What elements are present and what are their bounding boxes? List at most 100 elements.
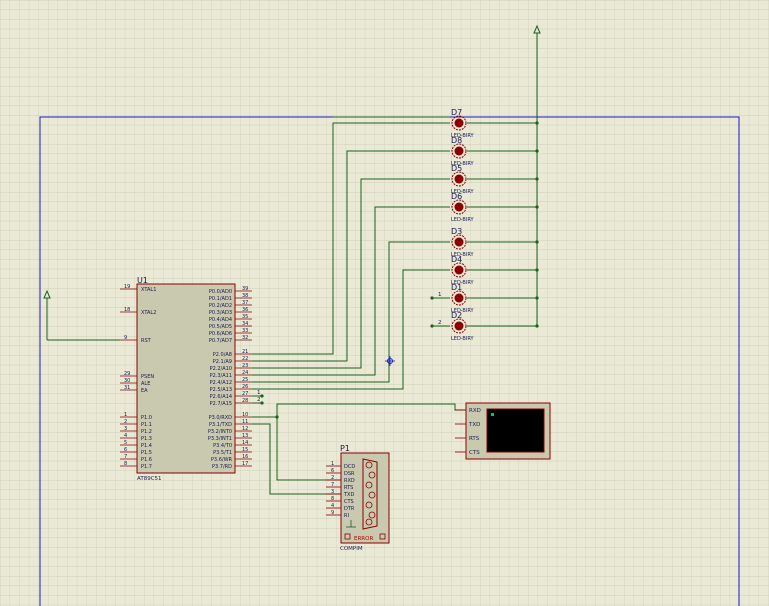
terminal-pin-name: TXD <box>468 422 480 428</box>
led-body <box>454 293 464 303</box>
p1-pin-name: RTS <box>344 485 353 491</box>
u1-pin-name: P1.5 <box>141 450 152 456</box>
u1-pin-number: 24 <box>242 370 248 376</box>
p1-pin-number: 6 <box>331 468 334 474</box>
u1-pin-name: P0.4/AD4 <box>209 317 232 323</box>
u1-pin-number: 18 <box>124 307 130 313</box>
u1-pin-number: 12 <box>242 426 248 432</box>
p1-pin-number: 2 <box>331 475 334 481</box>
net-label-d2: 2 <box>438 320 442 326</box>
u1-pin-name: PSEN <box>141 374 154 380</box>
u1-pin-name: P1.6 <box>141 457 152 463</box>
u1-pin-name: P2.5/A13 <box>210 387 232 393</box>
led-body <box>454 265 464 275</box>
p1-pin-number: 3 <box>331 489 334 495</box>
u1-pin-name: P3.4/T0 <box>213 443 232 449</box>
u1-right-pins: 39 P0.0/AD0 38 P0.1/AD1 37 P0.2/AD2 36 P0.3/AD3… <box>208 286 252 470</box>
u1-pin-number: 13 <box>242 433 248 439</box>
p1-part: COMPIM <box>340 546 363 552</box>
led-part: LED-BIRY <box>451 217 474 223</box>
wire-junction <box>260 401 264 405</box>
wire-junction <box>535 324 539 328</box>
u1-pin-name: P2.0/A8 <box>213 352 232 358</box>
led-ref: D7 <box>451 108 462 117</box>
u1-pin-name: RST <box>141 338 152 344</box>
u1-pin-number: 10 <box>242 412 248 418</box>
led-body <box>454 202 464 212</box>
u1-pin-number: 30 <box>124 378 130 384</box>
wire-junction <box>535 177 539 181</box>
p1-pin-number: 4 <box>331 503 334 509</box>
u1-pin-name: P2.3/A11 <box>210 373 232 379</box>
p1-pin-name: CTS <box>344 499 354 505</box>
u1-pin-number: 5 <box>124 440 127 446</box>
p1-pin-name: DTR <box>344 506 355 512</box>
u1-pin-number: 22 <box>242 356 248 362</box>
wire-junction <box>535 240 539 244</box>
terminal-cursor <box>491 413 494 416</box>
u1-pin-name: P1.1 <box>141 422 152 428</box>
u1-pin-number: 39 <box>242 286 248 292</box>
led-body <box>454 237 464 247</box>
wire-junction <box>535 268 539 272</box>
terminal-pin-name: RTS <box>469 436 480 442</box>
u1-pin-name: P1.7 <box>141 464 152 470</box>
net-label-p27: 2 <box>257 397 261 403</box>
led-ref: D2 <box>451 311 462 320</box>
u1-pin-name: P0.2/AD2 <box>209 303 232 309</box>
u1-pin-number: 38 <box>242 293 248 299</box>
u1-pin-number: 29 <box>124 371 130 377</box>
u1-pin-name: P3.0/RXD <box>209 415 233 421</box>
led-ref: D4 <box>451 255 462 264</box>
virtual-terminal[interactable]: RXD TXD RTS CTS <box>455 402 551 460</box>
u1-pin-name: P0.6/AD6 <box>209 331 232 337</box>
u1-pin-number: 11 <box>242 419 248 425</box>
u1-pin-name: EA <box>141 388 148 394</box>
u1-pin-number: 3 <box>124 426 127 432</box>
schematic-canvas[interactable]: U1 AT89C51 19 XTAL118 XTAL29 RST29 PSEN30 ALE… <box>0 0 769 606</box>
led-body <box>454 321 464 331</box>
p1-ref: P1 <box>340 444 350 453</box>
p1-pin-number: 1 <box>331 461 334 467</box>
u1-pin-name: P3.2/INT0 <box>208 429 232 435</box>
led-ref: D8 <box>451 136 462 145</box>
p1-pin-name: DSR <box>344 471 355 477</box>
u1-pin-number: 28 <box>242 398 248 404</box>
u1-pin-name: ALE <box>141 381 150 387</box>
led-body <box>454 118 464 128</box>
wire-junction <box>430 324 434 328</box>
led-part: LED-BIRY <box>451 336 474 342</box>
u1-pin-name: P3.7/RD <box>212 464 232 470</box>
p1-pin-number: 8 <box>331 496 334 502</box>
u1-pin-name: P2.7/A15 <box>210 401 232 407</box>
u1-pin-number: 19 <box>124 284 130 290</box>
u1-pin-number: 1 <box>124 412 127 418</box>
u1-pin-number: 37 <box>242 300 248 306</box>
u1-pin-name: XTAL1 <box>141 287 156 293</box>
led-ref: D5 <box>451 164 462 173</box>
u1-pin-number: 25 <box>242 377 248 383</box>
u1-pin-name: P1.3 <box>141 436 152 442</box>
wire-junction <box>535 149 539 153</box>
u1-pin-name: P2.2/A10 <box>210 366 232 372</box>
u1-pin-number: 8 <box>124 461 127 467</box>
u1-pin-name: P1.0 <box>141 415 152 421</box>
u1-pin-number: 31 <box>124 385 130 391</box>
wire-junction <box>535 121 539 125</box>
u1-pin-number: 16 <box>242 454 248 460</box>
net-label-d1: 1 <box>438 292 442 298</box>
wire-junction <box>535 296 539 300</box>
led-body <box>454 174 464 184</box>
led-ref: D3 <box>451 227 462 236</box>
u1-pin-number: 17 <box>242 461 248 467</box>
u1-chip[interactable]: U1 AT89C51 19 XTAL118 XTAL29 RST29 PSEN30 ALE… <box>120 276 252 482</box>
p1-pin-name: DCD <box>344 464 355 470</box>
p1-error-text: ERROR <box>354 536 373 542</box>
terminal-pin-name: RXD <box>469 408 481 414</box>
u1-pin-name: P1.4 <box>141 443 152 449</box>
p1-pin-number: 9 <box>331 510 334 516</box>
u1-pin-number: 23 <box>242 363 248 369</box>
u1-pin-name: P1.2 <box>141 429 152 435</box>
u1-pin-name: P0.3/AD3 <box>209 310 232 316</box>
u1-pin-name: P0.0/AD0 <box>209 289 232 295</box>
